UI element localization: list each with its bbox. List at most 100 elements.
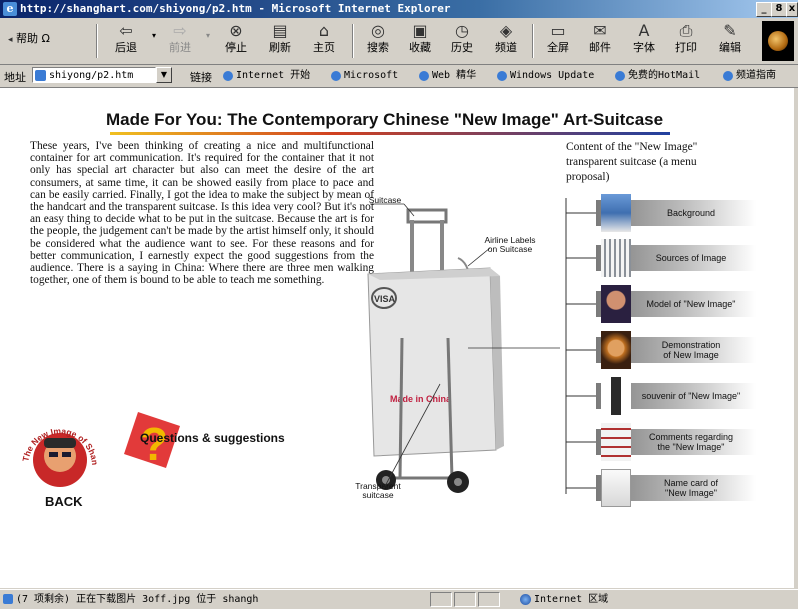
transparent-suitcase-caption: Transparent suitcase xyxy=(355,481,401,500)
stop-label: 停止 xyxy=(225,41,247,54)
forward-dropdown-icon[interactable]: ▾ xyxy=(206,31,210,40)
menu-thumbnail xyxy=(601,423,631,461)
back-button[interactable]: ⇦ 后退 ▾ xyxy=(106,21,156,61)
address-bar: 地址 shiyong/p2.htm ▼ 链接 Internet 开始 Micro… xyxy=(0,65,798,88)
edit-label: 编辑 xyxy=(719,41,741,54)
status-pane xyxy=(478,592,500,607)
menu-item-label: Name card of "New Image" xyxy=(663,478,719,498)
back-arrow-icon: ⇦ xyxy=(119,21,133,40)
logo-glasses-right xyxy=(62,452,71,457)
menu-thumbnail xyxy=(601,239,631,277)
menu-item-label: Model of "New Image" xyxy=(646,299,736,309)
link-windows-update[interactable]: Windows Update xyxy=(496,67,594,85)
edit-button[interactable]: ✎ 编辑 xyxy=(710,21,750,61)
address-input[interactable]: shiyong/p2.htm xyxy=(32,67,156,83)
print-button[interactable]: ⎙ 打印 xyxy=(666,21,706,61)
menu-title: Content of the "New Image" transparent s… xyxy=(566,141,698,183)
menu-item-comments[interactable]: Comments regarding the "New Image" xyxy=(596,423,756,461)
font-icon: A xyxy=(638,21,650,40)
toolbar-separator xyxy=(352,24,354,58)
page-content: Made For You: The Contemporary Chinese "… xyxy=(0,88,794,588)
link-free-hotmail[interactable]: 免费的HotMail xyxy=(614,67,700,85)
favorites-icon: ▣ xyxy=(412,21,428,40)
font-button[interactable]: A 字体 xyxy=(624,21,664,61)
address-dropdown-button[interactable]: ▼ xyxy=(156,67,172,83)
status-pane xyxy=(454,592,476,607)
search-label: 搜索 xyxy=(367,41,389,54)
forward-arrow-icon: ⇨ xyxy=(173,21,187,40)
menu-item-label: Comments regarding the "New Image" xyxy=(648,432,734,452)
print-label: 打印 xyxy=(675,41,697,54)
menu-item-sources[interactable]: Sources of Image xyxy=(596,239,756,277)
back-link[interactable]: BACK xyxy=(45,494,83,509)
menu-thumbnail xyxy=(601,469,631,507)
print-icon: ⎙ xyxy=(679,21,693,40)
home-label: 主页 xyxy=(313,41,335,54)
menu-item-demonstration[interactable]: Demonstration of New Image xyxy=(596,331,756,369)
menu-item-label: souvenir of "New Image" xyxy=(641,391,741,401)
link-channel-guide[interactable]: 频道指南 xyxy=(722,67,776,85)
menu-item-souvenir[interactable]: souvenir of "New Image" xyxy=(596,377,756,415)
minimize-button[interactable]: _ xyxy=(756,2,772,17)
refresh-button[interactable]: ▤ 刷新 xyxy=(260,21,300,61)
vertical-scrollbar[interactable] xyxy=(794,88,798,588)
link-web-highlights[interactable]: Web 精华 xyxy=(418,67,476,85)
search-button[interactable]: ◎ 搜索 xyxy=(358,21,398,61)
back-dropdown-icon[interactable]: ▾ xyxy=(152,31,156,40)
airline-labels-caption: Airline Labels on Suitcase xyxy=(484,235,536,254)
refresh-label: 刷新 xyxy=(269,41,291,54)
menu-bracket xyxy=(565,198,596,494)
page-icon xyxy=(35,70,46,81)
edit-icon: ✎ xyxy=(723,21,737,40)
menu-thumbnail xyxy=(601,285,631,323)
menu-item-model[interactable]: Model of "New Image" xyxy=(596,285,756,323)
channels-icon: ◈ xyxy=(499,21,513,40)
questions-link[interactable]: Questions & suggestions xyxy=(140,431,285,445)
history-icon: ◷ xyxy=(455,21,469,40)
channels-label: 频道 xyxy=(495,41,517,54)
back-label: 后退 xyxy=(115,41,137,54)
fullscreen-icon: ▭ xyxy=(550,21,566,40)
heading-rule xyxy=(110,132,670,135)
status-pane xyxy=(430,592,452,607)
address-label: 地址 xyxy=(4,71,26,84)
favorites-button[interactable]: ▣ 收藏 xyxy=(400,21,440,61)
wheel-right-hub xyxy=(454,478,462,486)
intro-text: These years, I've been thinking of creat… xyxy=(30,140,374,287)
status-text: (7 项剩余) 正在下载图片 3off.jpg 位于 shangh xyxy=(16,594,259,605)
fullscreen-button[interactable]: ▭ 全屏 xyxy=(538,21,578,61)
link-microsoft[interactable]: Microsoft xyxy=(330,67,398,85)
link-internet-start[interactable]: Internet 开始 xyxy=(222,67,310,85)
menu-thumbnail xyxy=(601,377,631,415)
menu-item-name-card[interactable]: Name card of "New Image" xyxy=(596,469,756,507)
security-zone: Internet 区域 xyxy=(534,594,609,605)
page-loading-icon xyxy=(3,594,13,604)
toolbar-separator xyxy=(532,24,534,58)
forward-button[interactable]: ⇨ 前进 ▾ xyxy=(160,21,210,61)
help-icon: ◂ xyxy=(8,35,13,45)
toolbar: ◂ 帮助 Ω ⇦ 后退 ▾ ⇨ 前进 ▾ ⊗ 停止 ▤ 刷新 ⌂ 主页 ◎ 搜索… xyxy=(0,18,798,65)
stop-icon: ⊗ xyxy=(229,21,243,40)
logo-hair xyxy=(44,438,76,448)
ie-logo-icon: e xyxy=(3,2,17,16)
ie-throbber-icon xyxy=(762,21,794,61)
home-button[interactable]: ⌂ 主页 xyxy=(304,21,344,61)
maximize-button[interactable]: 8 xyxy=(771,2,787,17)
window-title: http://shanghart.com/shiyong/p2.htm - Mi… xyxy=(20,2,451,15)
internet-zone-icon xyxy=(520,594,531,605)
stop-button[interactable]: ⊗ 停止 xyxy=(216,21,256,61)
close-button[interactable]: x xyxy=(786,2,798,17)
toolbar-separator xyxy=(96,24,98,58)
history-button[interactable]: ◷ 历史 xyxy=(442,21,482,61)
address-value: shiyong/p2.htm xyxy=(49,70,134,81)
channels-button[interactable]: ◈ 频道 xyxy=(486,21,526,61)
forward-label: 前进 xyxy=(169,41,191,54)
links-label: 链接 xyxy=(190,71,212,84)
suitcase-caption: Suitcase xyxy=(368,195,402,205)
made-in-china-text: Made in China xyxy=(390,394,452,404)
title-bar: e http://shanghart.com/shiyong/p2.htm - … xyxy=(0,0,798,18)
visa-text: VISA xyxy=(374,294,396,304)
mail-button[interactable]: ✉ 邮件 xyxy=(580,21,620,61)
menu-item-background[interactable]: Background xyxy=(596,194,756,232)
menu-item-label: Sources of Image xyxy=(655,253,727,263)
